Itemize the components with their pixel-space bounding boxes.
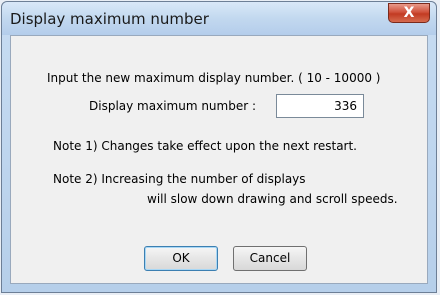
max-number-input[interactable]: 336 <box>276 94 364 118</box>
note-2-line-1: Note 2) Increasing the number of display… <box>53 172 306 186</box>
cancel-button[interactable]: Cancel <box>233 246 307 271</box>
close-button[interactable]: X <box>388 3 430 23</box>
note-1: Note 1) Changes take effect upon the nex… <box>53 139 357 153</box>
note-2-line-2: will slow down drawing and scroll speeds… <box>147 192 398 206</box>
window-title: Display maximum number <box>10 10 209 28</box>
title-bar[interactable]: Display maximum number X <box>2 2 436 35</box>
close-icon: X <box>403 5 415 21</box>
dialog-body: Input the new maximum display number. ( … <box>10 35 428 284</box>
dialog-window: Display maximum number X Input the new m… <box>1 1 437 293</box>
instruction-text: Input the new maximum display number. ( … <box>47 71 381 85</box>
ok-button[interactable]: OK <box>144 246 218 271</box>
field-label: Display maximum number : <box>89 99 257 113</box>
